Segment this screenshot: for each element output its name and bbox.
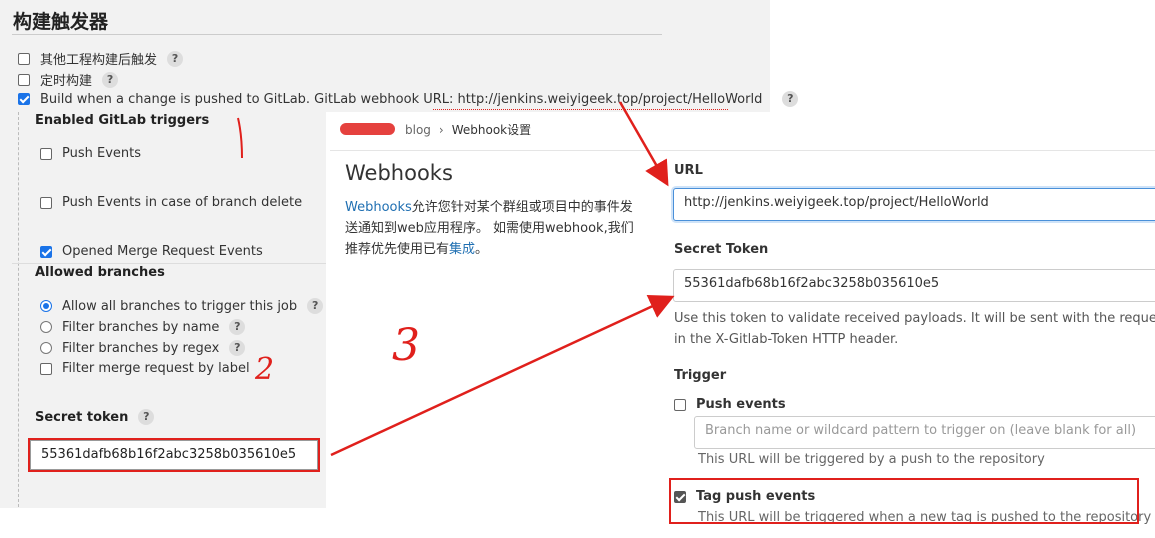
annotation-mark-1 — [237, 117, 243, 159]
annotation-number-2: 2 — [255, 352, 275, 387]
arrow-url — [618, 101, 669, 187]
annotation-arrows — [237, 101, 675, 457]
arrow-token — [330, 295, 675, 457]
annotation-number-3: 3 — [392, 320, 420, 371]
